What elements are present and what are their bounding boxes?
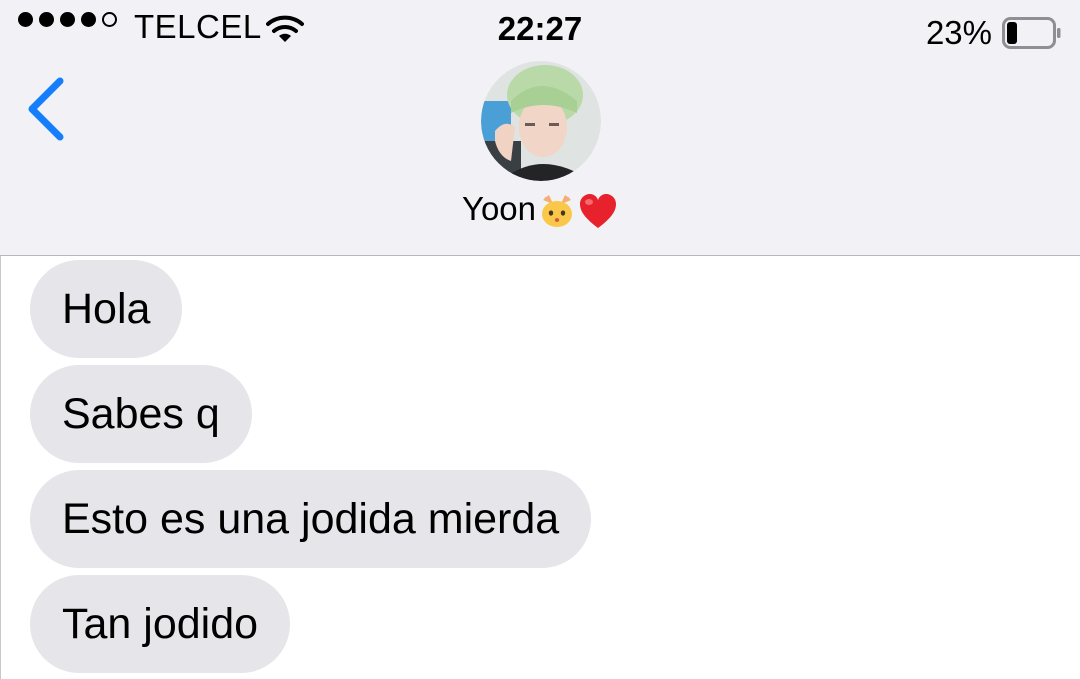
cat-face-emoji-icon: [542, 195, 573, 228]
message-list: Hola Sabes q Esto es una jodida mierda T…: [0, 256, 1080, 679]
chat-screen: TELCEL 22:27 23% Yoon Hola Sabes q Esto …: [0, 0, 1080, 679]
contact-name-text: Yoon: [461, 190, 537, 227]
battery-icon: [1002, 17, 1061, 49]
status-bar: TELCEL 22:27 23%: [0, 0, 1080, 60]
contact-name[interactable]: Yoon: [0, 190, 1080, 230]
red-heart-emoji-icon: [580, 194, 617, 229]
message-bubble-incoming[interactable]: Hola: [30, 260, 183, 358]
chevron-left-icon[interactable]: [24, 76, 70, 142]
status-time: 22:27: [497, 10, 583, 47]
avatar[interactable]: [481, 61, 601, 181]
chat-header: TELCEL 22:27 23% Yoon: [0, 0, 1080, 256]
message-bubble-incoming[interactable]: Sabes q: [30, 365, 252, 463]
message-bubble-incoming[interactable]: Tan jodido: [30, 575, 291, 673]
battery-percent: 23%: [925, 14, 992, 51]
message-bubble-incoming[interactable]: Esto es una jodida mierda: [30, 470, 592, 568]
